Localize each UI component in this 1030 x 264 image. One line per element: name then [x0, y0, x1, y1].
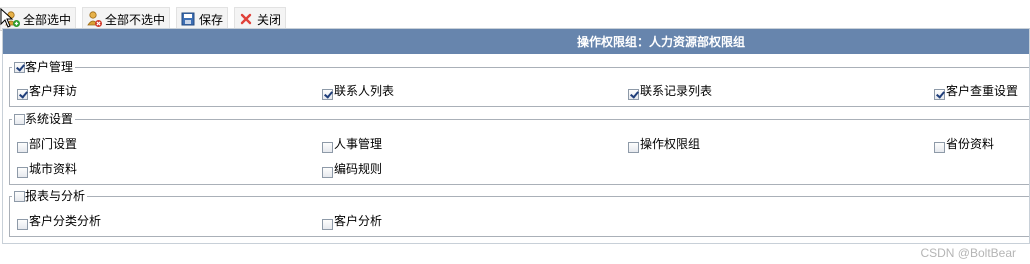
group-customer-management: 客户管理 — [9, 60, 1029, 107]
watermark: CSDN @BoltBear — [920, 246, 1016, 260]
permission-checkbox[interactable] — [934, 142, 945, 153]
group-title: 系统设置 — [25, 112, 74, 126]
deselect-all-label: 全部不选中 — [105, 12, 166, 27]
permission-label: 人事管理 — [334, 137, 383, 151]
permission-item-customer-category-analysis[interactable]: 客户分类分析 — [17, 212, 101, 230]
permission-checkbox[interactable] — [628, 142, 639, 153]
permission-item-city-data[interactable]: 城市资料 — [17, 160, 77, 178]
permission-item-customer-analysis[interactable]: 客户分析 — [322, 212, 382, 230]
close-icon — [237, 10, 255, 28]
permission-item-department-settings[interactable]: 部门设置 — [17, 135, 77, 153]
permission-label: 编码规则 — [334, 162, 383, 176]
permission-checkbox[interactable] — [322, 167, 333, 178]
permission-checkbox[interactable] — [17, 142, 28, 153]
permission-checkbox[interactable] — [17, 219, 28, 230]
group-system-settings: 系统设置 — [9, 112, 1029, 185]
permission-item-duplicate-check-settings[interactable]: 客户查重设置 — [934, 82, 1018, 100]
permission-label: 客户分类分析 — [29, 214, 102, 228]
panel-title: 操作权限组：人力资源部权限组 — [3, 29, 1029, 54]
permission-label: 省份资料 — [946, 137, 995, 151]
permission-label: 客户拜访 — [29, 84, 78, 98]
group-checkbox-customer-management[interactable] — [14, 61, 25, 73]
permission-item-coding-rules[interactable]: 编码规则 — [322, 160, 382, 178]
group-title: 报表与分析 — [25, 189, 86, 203]
permission-checkbox[interactable] — [17, 167, 28, 178]
select-all-label: 全部选中 — [23, 12, 72, 27]
close-label: 关闭 — [257, 12, 282, 27]
permission-checkbox[interactable] — [322, 219, 333, 230]
permission-checkbox[interactable] — [322, 142, 333, 153]
permission-item-contact-list[interactable]: 联系人列表 — [322, 82, 394, 100]
group-legend: 客户管理 — [12, 60, 75, 74]
save-label: 保存 — [199, 12, 224, 27]
permission-panel: 操作权限组：人力资源部权限组 客户管理 客户拜访 联系人列表 联系记录列表 客户… — [2, 28, 1030, 244]
group-reports-analysis: 报表与分析 — [9, 189, 1029, 237]
permission-checkbox[interactable] — [934, 89, 945, 100]
permission-item-province-data[interactable]: 省份资料 — [934, 135, 994, 153]
permission-checkbox[interactable] — [628, 89, 639, 100]
permission-item-hr-management[interactable]: 人事管理 — [322, 135, 382, 153]
permission-item-permission-groups[interactable]: 操作权限组 — [628, 135, 700, 153]
permission-checkbox[interactable] — [322, 89, 333, 100]
group-legend: 报表与分析 — [12, 189, 87, 203]
group-legend: 系统设置 — [12, 112, 75, 126]
save-icon — [179, 10, 197, 28]
group-checkbox-system-settings[interactable] — [14, 113, 25, 125]
permission-item-customer-visit[interactable]: 客户拜访 — [17, 82, 77, 100]
remove-user-icon — [85, 10, 103, 28]
permission-item-contact-record-list[interactable]: 联系记录列表 — [628, 82, 712, 100]
group-checkbox-reports-analysis[interactable] — [14, 190, 25, 202]
permission-label: 联系人列表 — [334, 84, 395, 98]
group-title: 客户管理 — [25, 60, 74, 74]
permission-label: 操作权限组 — [640, 137, 701, 151]
permission-label: 城市资料 — [29, 162, 78, 176]
permission-label: 联系记录列表 — [640, 84, 713, 98]
permission-label: 客户查重设置 — [946, 84, 1019, 98]
mouse-cursor-icon — [0, 8, 14, 28]
permission-label: 部门设置 — [29, 137, 78, 151]
permission-checkbox[interactable] — [17, 89, 28, 100]
permission-label: 客户分析 — [334, 214, 383, 228]
